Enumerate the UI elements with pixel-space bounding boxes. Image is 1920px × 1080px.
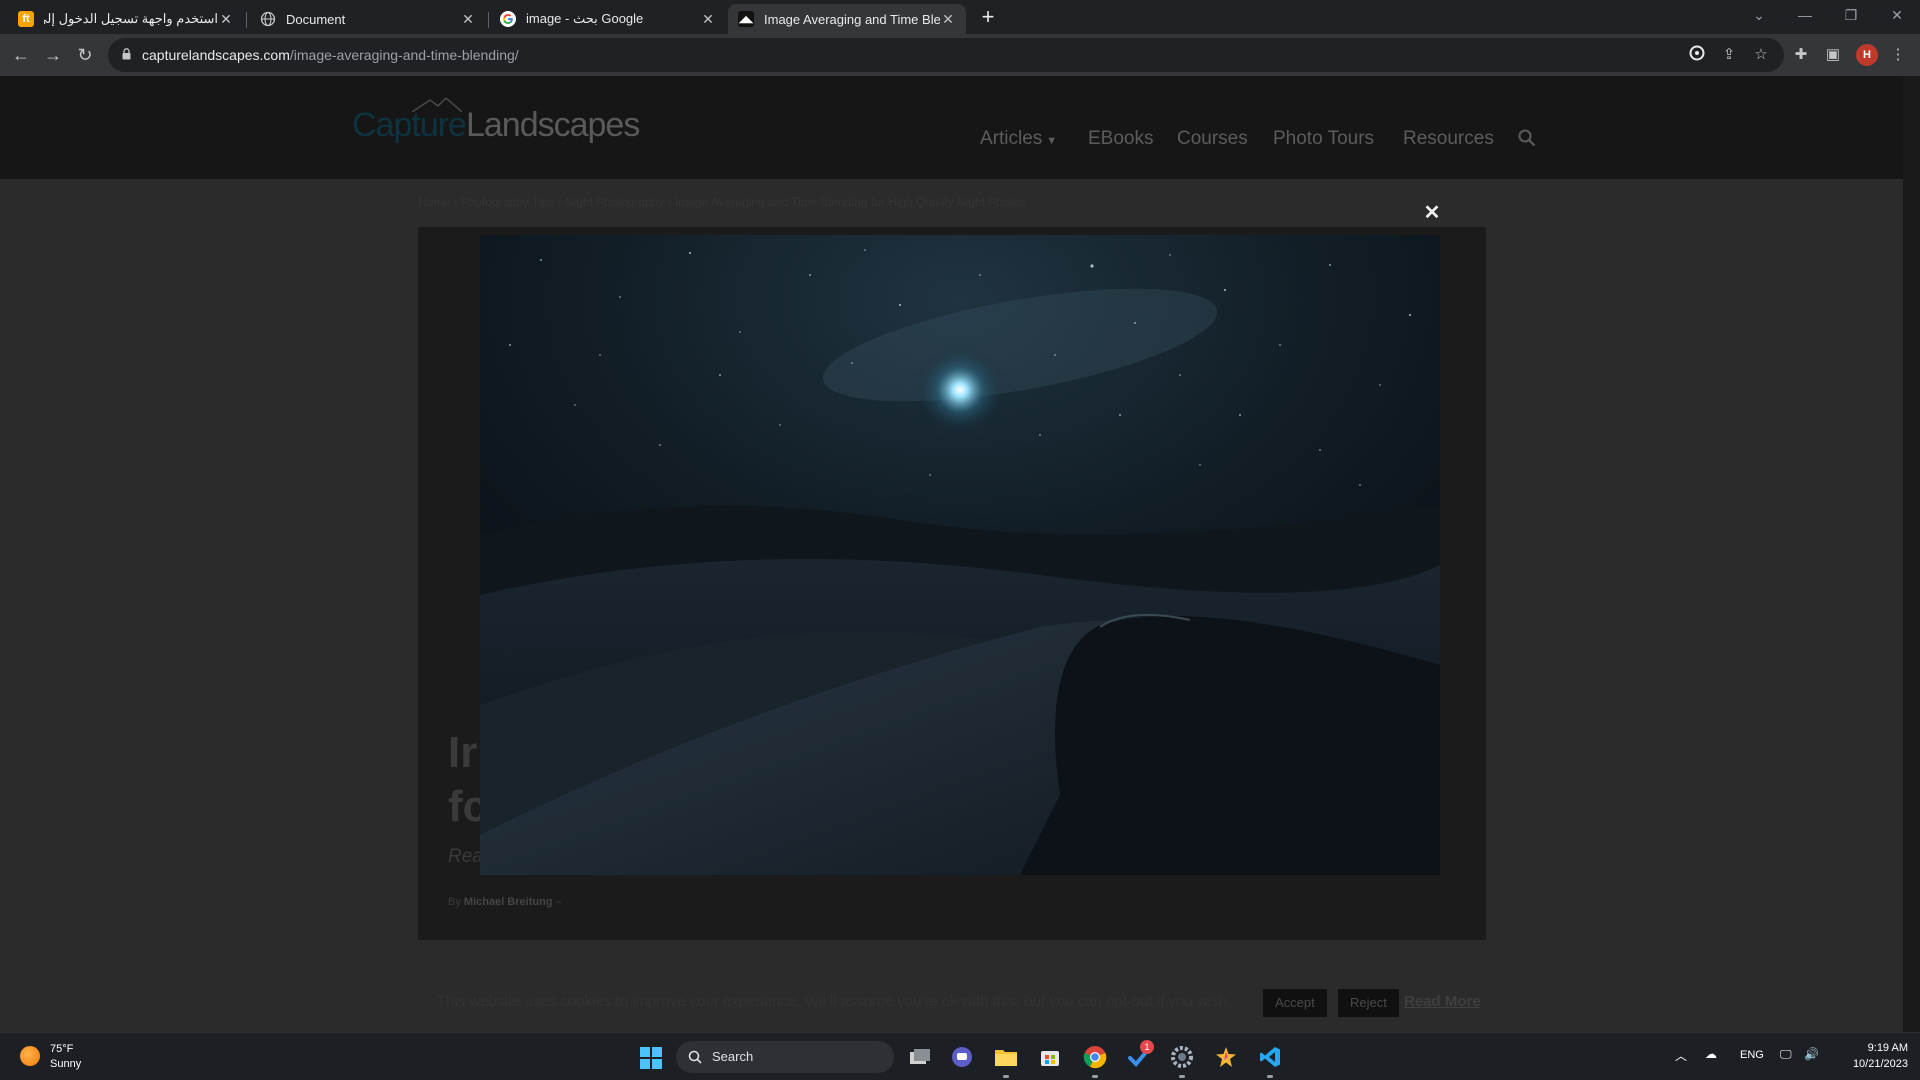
- notification-badge: 1: [1140, 1040, 1154, 1054]
- tab-document[interactable]: Document ✕: [250, 4, 486, 34]
- tab-title: Document: [286, 11, 346, 27]
- back-button[interactable]: ←: [8, 43, 34, 67]
- share-icon[interactable]: ⇪: [1719, 45, 1739, 65]
- web-page: CaptureLandscapes Articles ▼ EBooks Cours…: [0, 76, 1920, 1032]
- file-explorer-icon[interactable]: [992, 1043, 1020, 1078]
- teams-chat-icon[interactable]: [948, 1043, 976, 1071]
- browser-tabstrip: ft استخدم واجهة تسجيل الدخول إلى ✕ Docum…: [0, 0, 1920, 34]
- running-indicator: [1092, 1075, 1098, 1078]
- tab-title: استخدم واجهة تسجيل الدخول إلى: [44, 11, 218, 26]
- show-hidden-icons-chevron-icon[interactable]: ︿: [1675, 1047, 1687, 1064]
- clock-date[interactable]: 10/21/2023: [1836, 1058, 1908, 1070]
- tab-google-search[interactable]: image - بحث Google ✕: [490, 4, 726, 34]
- weather-sun-icon[interactable]: [20, 1046, 40, 1066]
- cookie-message: This website uses cookies to improve you…: [437, 993, 1232, 1010]
- close-window-button[interactable]: ✕: [1874, 0, 1920, 30]
- close-tab-icon[interactable]: ✕: [940, 11, 956, 28]
- close-tab-icon[interactable]: ✕: [218, 11, 234, 28]
- clock-time[interactable]: 9:19 AM: [1854, 1042, 1908, 1054]
- night-desert-photo: [480, 235, 1440, 875]
- tab-search-icon[interactable]: ⌄: [1736, 0, 1782, 30]
- url-text: capturelandscapes.com/image-averaging-an…: [142, 47, 519, 63]
- nav-ebooks[interactable]: EBooks: [1088, 128, 1153, 150]
- reload-button[interactable]: ↻: [72, 43, 98, 67]
- restore-button[interactable]: ❐: [1828, 0, 1874, 30]
- tab-active-article[interactable]: ◢◣ Image Averaging and Time Blen ✕: [728, 4, 966, 34]
- article-subtitle: Rea: [448, 846, 483, 867]
- weather-temp[interactable]: 75°F: [50, 1043, 73, 1055]
- settings-gear-icon[interactable]: [1168, 1043, 1196, 1078]
- running-indicator: [1179, 1075, 1185, 1078]
- nav-photo-tours[interactable]: Photo Tours: [1273, 128, 1374, 150]
- network-icon[interactable]: 🖵: [1780, 1047, 1792, 1062]
- start-button[interactable]: [640, 1047, 662, 1069]
- minimize-button[interactable]: —: [1782, 0, 1828, 30]
- cookie-read-more-link[interactable]: Read More: [1404, 993, 1481, 1010]
- nav-articles[interactable]: Articles ▼: [980, 128, 1057, 150]
- side-panel-icon[interactable]: ▣: [1823, 45, 1843, 65]
- volume-icon[interactable]: 🔊: [1804, 1047, 1819, 1061]
- running-indicator: [1003, 1075, 1009, 1078]
- close-tab-icon[interactable]: ✕: [700, 11, 716, 28]
- search-icon: [688, 1050, 702, 1064]
- cookie-reject-button[interactable]: Reject: [1338, 989, 1399, 1017]
- weather-condition[interactable]: Sunny: [50, 1058, 81, 1070]
- forward-button[interactable]: →: [40, 43, 66, 67]
- bookmark-star-icon[interactable]: ☆: [1751, 45, 1771, 65]
- chevron-down-icon: ▼: [1046, 135, 1058, 147]
- nav-resources[interactable]: Resources: [1403, 128, 1494, 150]
- language-indicator[interactable]: ENG: [1740, 1049, 1764, 1061]
- photos-star-icon[interactable]: [1212, 1043, 1240, 1071]
- vscode-icon[interactable]: [1256, 1043, 1284, 1078]
- lightbox-close-button[interactable]: ✕: [1422, 203, 1442, 223]
- tab-login[interactable]: ft استخدم واجهة تسجيل الدخول إلى ✕: [8, 4, 244, 34]
- new-tab-button[interactable]: +: [976, 6, 1000, 30]
- page-scrollbar[interactable]: [1903, 76, 1920, 1032]
- lock-icon: [122, 48, 131, 60]
- address-bar[interactable]: capturelandscapes.com/image-averaging-an…: [108, 38, 1784, 72]
- breadcrumb: Home › Photography Tips › Night Photogra…: [418, 195, 1026, 209]
- tab-separator: [488, 12, 489, 28]
- menu-kebab-icon[interactable]: ⋮: [1888, 45, 1908, 65]
- mountain-logo-icon: [412, 98, 462, 112]
- site-header: CaptureLandscapes Articles ▼ EBooks Cours…: [0, 76, 1903, 179]
- tab-separator: [246, 12, 247, 28]
- orange-letter-icon: ft: [18, 11, 34, 27]
- site-logo[interactable]: CaptureLandscapes: [352, 98, 640, 145]
- capture-landscapes-icon: ◢◣: [738, 11, 754, 27]
- browser-toolbar: ← → ↻ capturelandscapes.com/image-averag…: [0, 34, 1920, 76]
- globe-icon: [260, 11, 276, 27]
- google-icon: [500, 11, 516, 27]
- tab-title: image - بحث Google: [526, 11, 644, 26]
- nav-courses[interactable]: Courses: [1177, 128, 1248, 150]
- windows-taskbar: 75°F Sunny Search 1 ︿ ☁ ENG 🖵 🔊 9:19 AM: [0, 1032, 1920, 1080]
- tab-title: Image Averaging and Time Blen: [764, 11, 940, 27]
- extensions-puzzle-icon[interactable]: ✚: [1791, 45, 1811, 65]
- microsoft-store-icon[interactable]: [1036, 1043, 1064, 1071]
- task-view-icon[interactable]: [906, 1043, 934, 1071]
- byline: By Michael Breitung –: [448, 896, 562, 908]
- close-tab-icon[interactable]: ✕: [460, 11, 476, 28]
- onedrive-cloud-icon[interactable]: ☁: [1705, 1047, 1717, 1061]
- taskbar-search[interactable]: Search: [676, 1041, 894, 1073]
- running-indicator: [1267, 1075, 1273, 1078]
- profile-avatar[interactable]: H: [1856, 44, 1878, 66]
- cookie-accept-button[interactable]: Accept: [1263, 989, 1327, 1017]
- chrome-icon[interactable]: [1081, 1043, 1109, 1078]
- cookie-consent-bar: This website uses cookies to improve you…: [0, 976, 1903, 1032]
- search-icon[interactable]: [1518, 129, 1536, 147]
- author-link[interactable]: Michael Breitung: [464, 896, 553, 908]
- google-lens-icon[interactable]: [1687, 45, 1707, 65]
